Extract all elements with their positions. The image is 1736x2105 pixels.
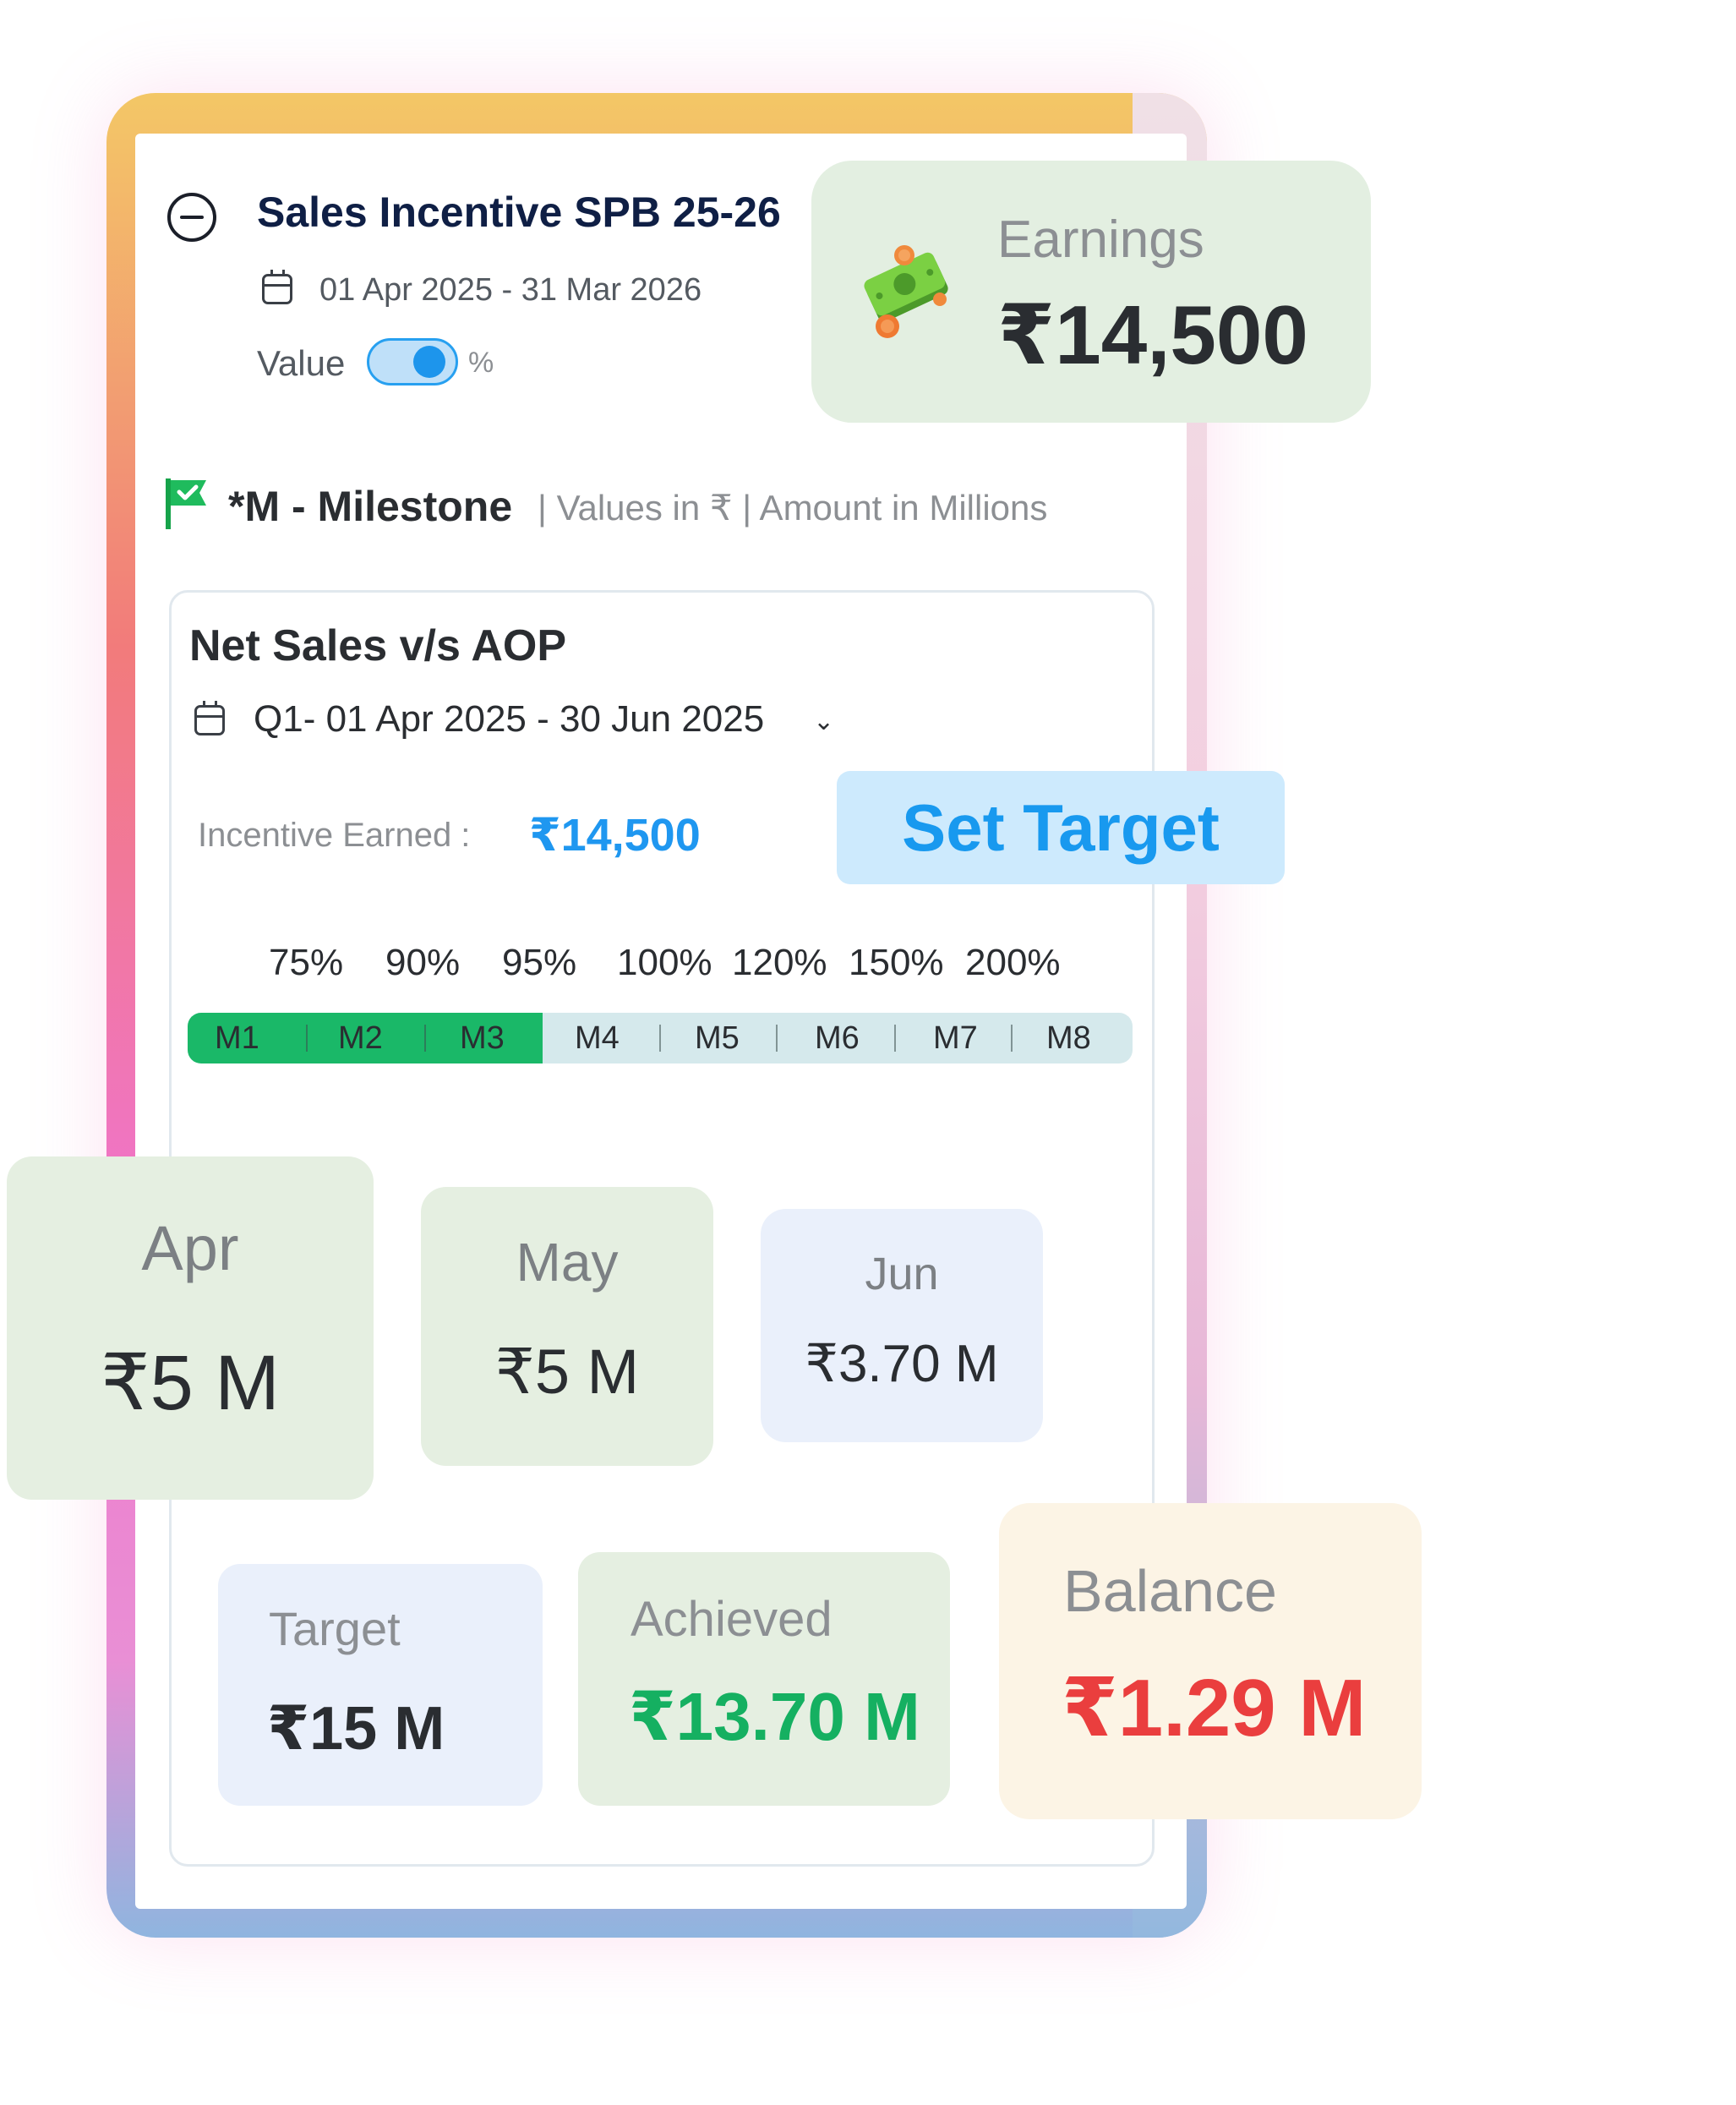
balance-card: Balance ₹1.29 M xyxy=(999,1503,1422,1819)
value-percent-toggle[interactable] xyxy=(367,338,458,385)
flag-icon xyxy=(166,478,206,529)
milestone-progress-bar: M1 M2 M3 M4 M5 M6 M7 M8 xyxy=(188,1013,1133,1063)
balance-value: ₹1.29 M xyxy=(1062,1663,1367,1753)
milestone-divider xyxy=(306,1025,308,1052)
milestone-legend: *M - Milestone xyxy=(228,483,513,530)
milestone-label: M5 xyxy=(695,1020,740,1056)
calendar-icon xyxy=(262,270,292,304)
milestone-label: M3 xyxy=(460,1020,505,1056)
units-legend: | Values in ₹ | Amount in Millions xyxy=(538,488,1048,528)
month-name: Apr xyxy=(141,1213,239,1283)
calendar-icon xyxy=(194,701,225,735)
incentive-earned-value: ₹14,500 xyxy=(529,810,701,861)
milestone-divider xyxy=(659,1025,661,1052)
target-card: Target ₹15 M xyxy=(218,1564,543,1806)
milestone-percent: 150% xyxy=(849,942,944,983)
milestone-percent: 200% xyxy=(965,942,1061,983)
milestone-divider xyxy=(424,1025,426,1052)
earnings-value: ₹14,500 xyxy=(997,288,1308,381)
milestone-percent: 95% xyxy=(502,942,577,983)
scheme-date-range: 01 Apr 2025 - 31 Mar 2026 xyxy=(319,272,702,308)
milestone-label: M7 xyxy=(933,1020,978,1056)
earnings-label: Earnings xyxy=(997,210,1204,269)
chevron-down-icon[interactable]: ⌄ xyxy=(813,707,834,736)
collapse-icon[interactable] xyxy=(167,193,216,242)
month-card-may: May ₹5 M xyxy=(421,1187,713,1466)
milestone-divider xyxy=(776,1025,778,1052)
quarter-selector[interactable]: Q1- 01 Apr 2025 - 30 Jun 2025 xyxy=(254,698,764,741)
balance-label: Balance xyxy=(1063,1558,1277,1624)
toggle-value-label: Value xyxy=(257,343,346,383)
milestone-percent: 120% xyxy=(732,942,827,983)
achieved-value: ₹13.70 M xyxy=(629,1679,920,1754)
milestone-label: M4 xyxy=(575,1020,620,1056)
month-name: May xyxy=(516,1232,619,1293)
milestone-label: M8 xyxy=(1046,1020,1091,1056)
month-name: Jun xyxy=(865,1249,939,1299)
set-target-button[interactable]: Set Target xyxy=(837,771,1285,884)
month-value: ₹3.70 M xyxy=(805,1335,999,1393)
milestone-label: M1 xyxy=(215,1020,259,1056)
milestone-percent: 90% xyxy=(385,942,461,983)
achieved-card: Achieved ₹13.70 M xyxy=(578,1552,950,1806)
toggle-knob xyxy=(413,346,445,378)
month-card-apr: Apr ₹5 M xyxy=(7,1156,374,1500)
milestone-label: M6 xyxy=(815,1020,860,1056)
milestone-label: M2 xyxy=(338,1020,383,1056)
month-card-jun: Jun ₹3.70 M xyxy=(761,1209,1043,1442)
card-title: Net Sales v/s AOP xyxy=(189,621,567,670)
month-value: ₹5 M xyxy=(101,1340,280,1426)
scheme-title: Sales Incentive SPB 25-26 xyxy=(257,189,781,236)
target-value: ₹15 M xyxy=(267,1695,445,1763)
incentive-earned-label: Incentive Earned : xyxy=(198,817,471,854)
milestone-percent: 100% xyxy=(617,942,712,983)
money-stack-icon xyxy=(864,245,948,338)
target-label: Target xyxy=(269,1602,401,1655)
toggle-percent-label: % xyxy=(468,347,494,379)
milestone-divider xyxy=(1011,1025,1013,1052)
milestone-percent: 75% xyxy=(269,942,344,983)
achieved-label: Achieved xyxy=(631,1592,833,1647)
milestone-divider xyxy=(894,1025,896,1052)
month-value: ₹5 M xyxy=(494,1337,640,1407)
